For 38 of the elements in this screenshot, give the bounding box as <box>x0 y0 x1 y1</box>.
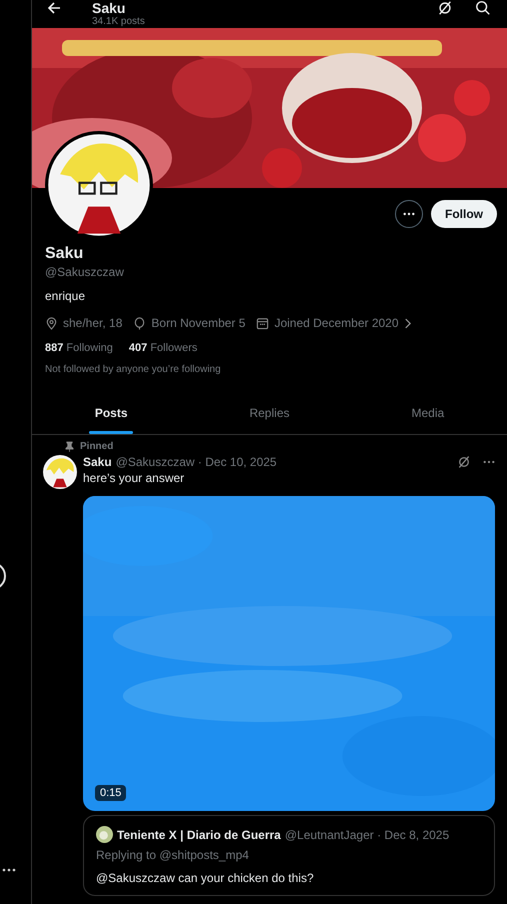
profile-tab[interactable]: Posts <box>32 392 190 434</box>
profile-avatar[interactable] <box>45 131 153 239</box>
more-button[interactable] <box>395 200 423 228</box>
user-avatar[interactable] <box>43 455 77 489</box>
followers-you-know-text: Not followed by anyone you’re following <box>45 364 222 375</box>
display-name: Saku <box>45 244 84 264</box>
more-icon[interactable] <box>2 868 16 872</box>
back-arrow-icon[interactable] <box>46 0 62 16</box>
profile-title: Saku <box>92 0 126 16</box>
post-text: @Sakuszczaw can your chicken do this? <box>96 871 315 885</box>
profile-detail: Joined December 2020 <box>274 316 399 330</box>
search-icon[interactable] <box>475 0 491 16</box>
more-icon[interactable] <box>483 460 495 464</box>
profile-detail: she/her, 18 <box>63 316 122 330</box>
chevron-right-icon[interactable] <box>404 318 411 328</box>
post-meta: @Sakuszczaw · Dec 10, 2025 <box>116 455 277 469</box>
profile-tab[interactable]: Replies <box>190 392 349 434</box>
calendar-icon <box>256 316 270 330</box>
user-avatar[interactable] <box>96 826 113 843</box>
pin-icon <box>65 441 74 452</box>
post-count: 34.1K posts <box>92 16 146 28</box>
author-name[interactable]: Teniente X | Diario de Guerra <box>117 828 281 842</box>
author-name[interactable]: Saku <box>83 455 112 469</box>
balloon-icon <box>133 316 146 330</box>
video-duration: 0:15 <box>95 785 126 801</box>
follow-stat-link[interactable]: 887 Following <box>45 342 113 354</box>
follow-button[interactable]: Follow <box>431 200 497 228</box>
more-icon <box>403 212 415 216</box>
location-pin-icon <box>45 316 58 330</box>
replying-to-text: Replying to @shitposts_mp4 <box>96 848 250 862</box>
profile-tab[interactable]: Media <box>348 392 507 434</box>
follow-stat-link[interactable]: 407 Followers <box>128 342 198 354</box>
bio-text: enrique <box>45 289 86 303</box>
post-text: here’s your answer <box>83 471 186 485</box>
post-meta: @LeutnantJager · Dec 8, 2025 <box>284 828 450 842</box>
pinned-label: Pinned <box>80 441 114 452</box>
profile-detail: Born November 5 <box>151 316 246 330</box>
username: @Sakuszczaw <box>45 265 125 279</box>
